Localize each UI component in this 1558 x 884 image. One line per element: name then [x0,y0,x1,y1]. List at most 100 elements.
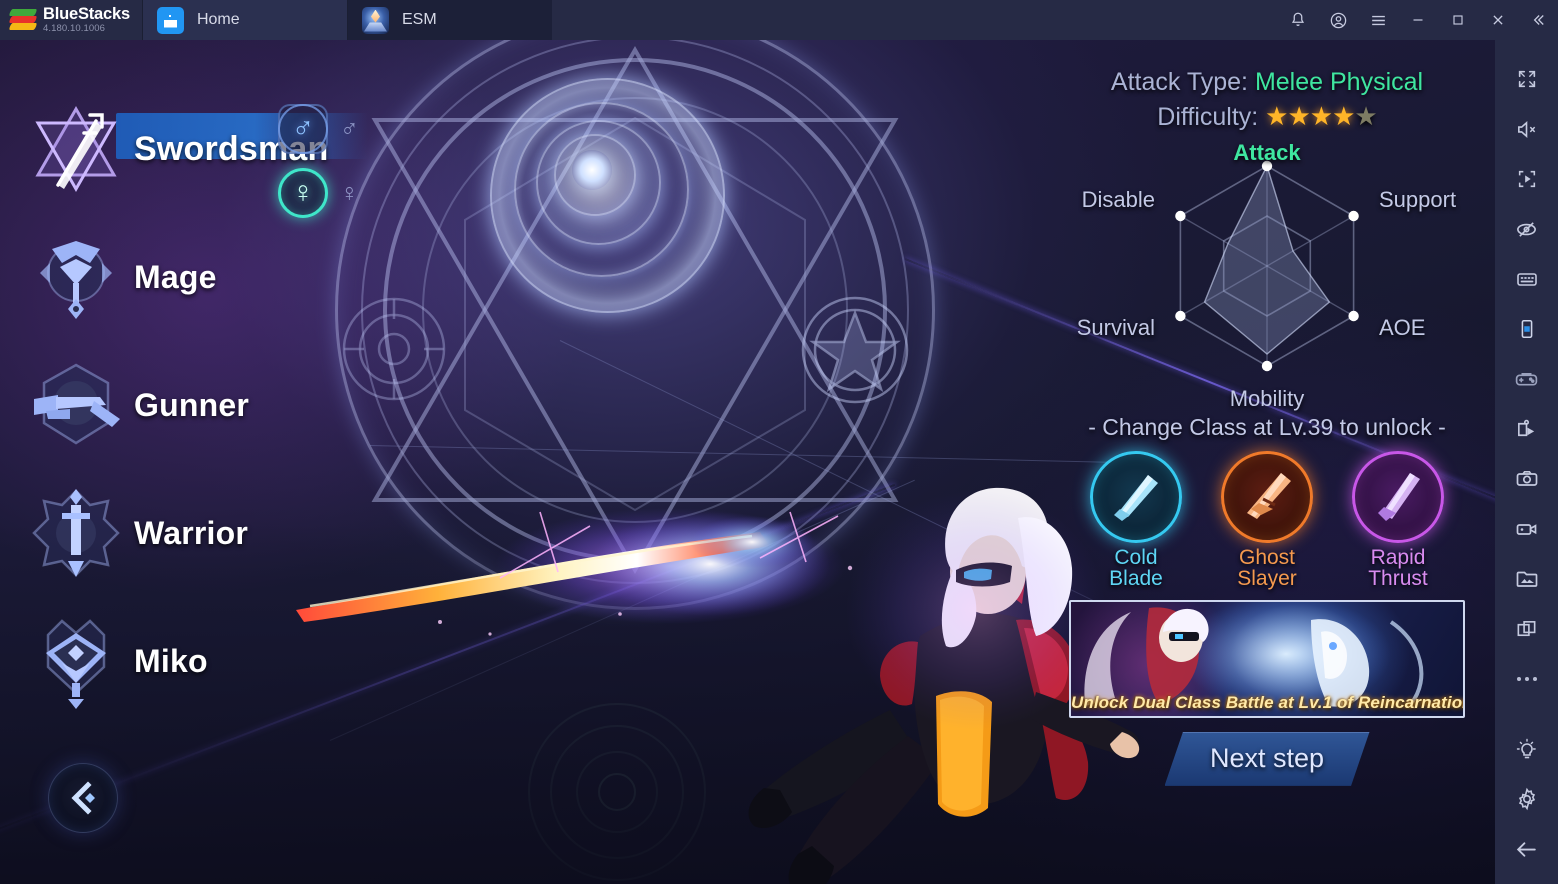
eye-off-button[interactable] [1495,204,1558,254]
subclass-ghost-slayer[interactable]: Ghost Slayer [1215,451,1320,590]
phone-rotate-icon [1521,319,1532,339]
dual-class-banner[interactable]: Unlock Dual Class Battle at Lv.1 of Rein… [1069,599,1465,718]
camera-icon [1516,470,1537,486]
maximize-button[interactable] [1438,0,1478,40]
collapse-sidebar-button[interactable] [1518,0,1558,40]
pentagram-decoration [800,295,910,405]
brand-name: BlueStacks [43,5,130,24]
rapid-thrust-label-1: Rapid [1370,546,1426,569]
difficulty-star-1: ★ [1265,101,1288,131]
ghost-slayer-label-2: Slayer [1237,567,1297,591]
class-label-mage: Mage [134,258,217,295]
radar-label-survival: Survival [1076,315,1155,340]
game-viewport[interactable]: Swordsman Mage Gunner Warrior Miko ♂ ♂ ♀… [0,40,1495,884]
radar-label-aoe: AOE [1379,315,1426,340]
difficulty-star-3: ★ [1309,101,1333,131]
next-step-button[interactable]: Next step [1164,731,1370,786]
chevron-left-icon [71,781,95,815]
window-title-bar: BlueStacks 4.180.10.1006 Home ESM [0,0,1558,40]
window-controls [1278,0,1558,40]
ghost-slayer-sword-icon [1221,451,1313,543]
rapid-thrust-sword-icon [1352,451,1444,543]
class-info-panel: Attack Type: Melee Physical Difficulty: … [1057,68,1477,786]
gender-selector[interactable]: ♂ ♂ ♀ ♀ [278,104,359,232]
radar-vertex-disable [1175,210,1186,222]
male-symbol-outline-icon: ♂ [340,114,359,143]
record-screen-button[interactable] [1495,504,1558,554]
cold-blade-label-2: Blade [1109,567,1163,591]
copy-windows-icon [1517,620,1536,636]
home-icon [156,6,184,34]
account-button[interactable] [1318,0,1358,40]
bluestacks-logo: BlueStacks 4.180.10.1006 [0,0,142,40]
dual-class-banner-text: Unlock Dual Class Battle at Lv.1 of Rein… [1071,692,1465,712]
subclass-list[interactable]: Cold Blade Ghost Slayer Rapid Thrust [1057,451,1477,590]
ellipsis-icon [1516,677,1537,681]
radar-chart-svg [1175,160,1359,372]
game-back-button[interactable] [48,763,118,833]
tab-home[interactable]: Home [141,0,347,40]
esm-app-icon [361,6,389,34]
subclass-rapid-thrust[interactable]: Rapid Thrust [1346,451,1451,590]
magic-clock-spiral [490,78,750,338]
tips-button[interactable] [1495,724,1558,774]
gamepad-button[interactable] [1495,354,1558,404]
class-item-gunner[interactable]: Gunner [28,341,378,469]
tab-esm[interactable]: ESM [346,0,552,40]
speaker-mute-icon [1518,120,1536,138]
rotate-screen-button[interactable] [1495,304,1558,354]
minimize-button[interactable] [1398,0,1438,40]
screenshot-button[interactable] [1495,454,1558,504]
class-label-gunner: Gunner [134,386,249,423]
difficulty-star-2: ★ [1287,101,1310,131]
attack-type-value: Melee Physical [1254,68,1424,96]
subclass-cold-blade[interactable]: Cold Blade [1084,451,1189,590]
more-options-button[interactable] [1495,654,1558,704]
keyboard-icon [1516,273,1537,286]
cold-blade-sword-icon [1090,451,1182,543]
eye-slash-icon [1517,221,1536,237]
class-item-warrior[interactable]: Warrior [28,469,378,597]
class-item-miko[interactable]: Miko [28,597,378,725]
difficulty-star-5: ★ [1354,101,1377,131]
fullscreen-button[interactable] [1495,54,1558,104]
mage-class-icon [28,229,124,325]
rapid-thrust-label-2: Thrust [1368,567,1428,591]
swordsman-class-icon [28,101,124,197]
multi-instance-button[interactable] [1495,604,1558,654]
female-symbol-icon: ♀ [291,176,315,209]
gunner-class-icon [28,357,124,453]
difficulty-stars: ★★★★★ [1265,101,1378,132]
script-play-icon [1518,419,1535,436]
gender-male-button[interactable]: ♂ [278,104,328,154]
class-label-miko: Miko [134,642,208,679]
mute-button[interactable] [1495,104,1558,154]
difficulty-label: Difficulty: [1157,103,1259,131]
settings-button[interactable] [1495,774,1558,824]
media-manager-button[interactable] [1495,554,1558,604]
radar-label-support: Support [1379,187,1457,212]
cold-blade-label-1: Cold [1114,546,1158,569]
close-button[interactable] [1478,0,1518,40]
bluestacks-sidebar [1495,40,1558,884]
radar-label-mobility: Mobility [1229,386,1305,411]
change-class-title: - Change Class at Lv.39 to unlock - [1088,414,1446,440]
class-item-mage[interactable]: Mage [28,213,378,341]
crosshair-icon [1518,170,1535,188]
menu-button[interactable] [1358,0,1398,40]
aim-shooting-button[interactable] [1495,154,1558,204]
app-version: 4.180.10.1006 [43,23,106,35]
radar-label-attack: Attack [1233,140,1301,165]
keyboard-controls-button[interactable] [1495,254,1558,304]
radar-vertex-survival [1175,310,1186,322]
arrow-left-icon [1516,841,1536,857]
back-button[interactable] [1495,824,1558,874]
notifications-button[interactable] [1278,0,1318,40]
fullscreen-icon [1518,70,1535,88]
female-symbol-outline-icon: ♀ [340,178,359,207]
image-gallery-icon [1516,571,1537,587]
radar-vertex-mobility [1261,360,1273,372]
gender-female-button[interactable]: ♀ [278,168,328,218]
macro-recorder-button[interactable] [1495,404,1558,454]
lightbulb-icon [1516,738,1536,759]
